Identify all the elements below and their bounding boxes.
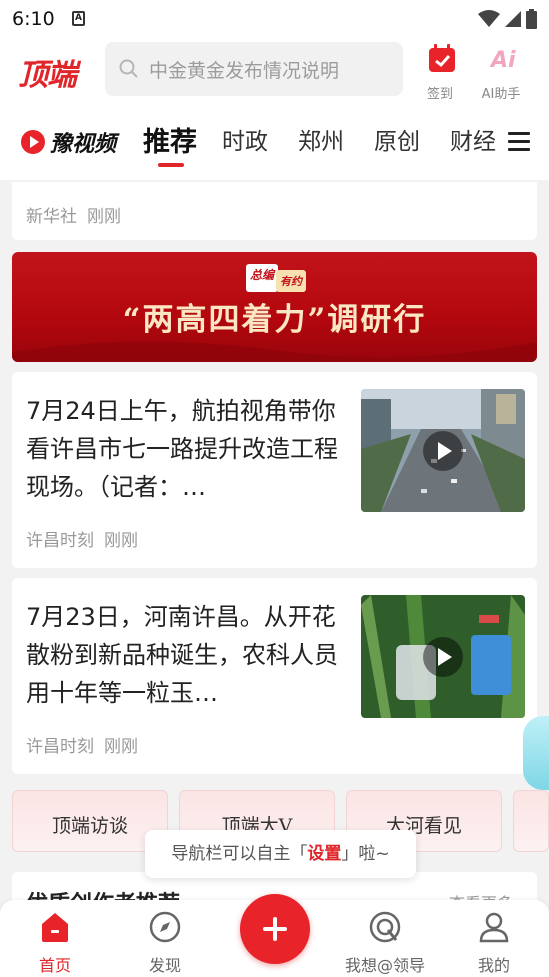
play-icon bbox=[423, 637, 463, 677]
video-play-icon bbox=[21, 130, 45, 154]
user-icon bbox=[479, 912, 509, 943]
target-at-icon bbox=[369, 911, 401, 943]
news-source: 许昌时刻 bbox=[26, 531, 94, 551]
news-meta: 许昌时刻 刚刚 bbox=[26, 732, 138, 757]
news-card-partial[interactable]: 新华社 刚刚 bbox=[12, 182, 537, 240]
nav-discover[interactable]: 发现 bbox=[130, 910, 200, 976]
news-meta: 新华社 刚刚 bbox=[26, 202, 121, 227]
brand-tab-label: 豫视频 bbox=[50, 132, 117, 157]
ai-icon: Ai bbox=[489, 48, 516, 73]
news-source: 新华社 bbox=[26, 207, 77, 227]
tooltip-text-end: 」啦~ bbox=[341, 844, 390, 864]
play-icon bbox=[423, 431, 463, 471]
floating-widget[interactable] bbox=[523, 716, 549, 790]
news-title: 7月24日上午，航拍视角带你看许昌市七一路提升改造工程现场。（记者：… bbox=[26, 397, 338, 501]
signin-label: 签到 bbox=[426, 87, 453, 102]
nav-discover-label: 发现 bbox=[148, 956, 181, 975]
search-icon bbox=[119, 59, 138, 78]
news-meta: 许昌时刻 刚刚 bbox=[26, 526, 138, 551]
search-bar[interactable]: 中金黄金发布情况说明 bbox=[105, 42, 403, 96]
news-time: 刚刚 bbox=[104, 531, 138, 551]
app-logo[interactable]: 顶端 bbox=[18, 50, 77, 94]
nav-ask-label: 我想@领导 bbox=[344, 956, 425, 975]
nav-home[interactable]: 首页 bbox=[20, 910, 90, 976]
brand-tab[interactable]: 豫视频 bbox=[20, 126, 116, 158]
channel-menu-icon[interactable] bbox=[508, 132, 530, 152]
ai-assistant-button[interactable]: Ai AI助手 bbox=[474, 42, 528, 102]
tab-original[interactable]: 原创 bbox=[374, 122, 420, 156]
nav-home-label: 首页 bbox=[38, 956, 71, 975]
ai-label: AI助手 bbox=[481, 87, 521, 102]
publish-plus-button[interactable] bbox=[240, 894, 310, 964]
bottom-navigation: 首页 发现 我想@领导 我的 bbox=[0, 894, 549, 977]
news-card[interactable]: 7月23日，河南许昌。从开花散粉到新品种诞生，农科人员用十年等一粒玉… 许昌时刻… bbox=[12, 578, 537, 774]
news-title: 7月23日，河南许昌。从开花散粉到新品种诞生，农科人员用十年等一粒玉… bbox=[26, 603, 338, 707]
news-video-thumbnail[interactable] bbox=[361, 389, 525, 512]
news-time: 刚刚 bbox=[87, 207, 121, 227]
signal-icon bbox=[505, 11, 521, 27]
column-item-partial[interactable] bbox=[513, 790, 549, 852]
svg-text:Ai: Ai bbox=[489, 48, 516, 73]
promo-banner[interactable]: 总编 有约 “两高四着力”调研行 bbox=[12, 252, 537, 362]
search-placeholder: 中金黄金发布情况说明 bbox=[149, 60, 340, 82]
tab-politics[interactable]: 时政 bbox=[222, 122, 268, 156]
tooltip-highlight: 设置 bbox=[307, 844, 342, 864]
battery-icon bbox=[526, 9, 537, 29]
system-icons bbox=[478, 9, 537, 29]
news-time: 刚刚 bbox=[104, 737, 138, 757]
tab-recommend[interactable]: 推荐 bbox=[143, 120, 197, 159]
notification-icon: A bbox=[72, 11, 85, 26]
tooltip-text: 导航栏可以自主「 bbox=[171, 844, 308, 864]
nav-ask-leader[interactable]: 我想@领导 bbox=[340, 910, 430, 976]
compass-icon bbox=[149, 911, 181, 943]
calendar-check-icon bbox=[429, 44, 455, 72]
home-icon bbox=[42, 913, 68, 942]
wifi-icon bbox=[478, 10, 500, 27]
status-bar: 6:10 A bbox=[0, 0, 549, 38]
channel-tabs: 豫视频 推荐 时政 郑州 原创 财经 bbox=[0, 104, 549, 180]
nav-settings-tooltip[interactable]: 导航栏可以自主「设置」啦~ bbox=[145, 830, 416, 878]
nav-mine[interactable]: 我的 bbox=[459, 910, 529, 976]
banner-tag-a: 总编 bbox=[246, 264, 279, 292]
news-card[interactable]: 7月24日上午，航拍视角带你看许昌市七一路提升改造工程现场。（记者：… 许昌时刻… bbox=[12, 372, 537, 568]
app-header: 顶端 中金黄金发布情况说明 签到 Ai AI助手 bbox=[0, 38, 549, 104]
nav-mine-label: 我的 bbox=[477, 956, 510, 975]
signin-button[interactable]: 签到 bbox=[413, 42, 467, 102]
tab-zhengzhou[interactable]: 郑州 bbox=[298, 122, 344, 156]
status-time: 6:10 bbox=[12, 8, 55, 30]
news-video-thumbnail[interactable] bbox=[361, 595, 525, 718]
tab-finance[interactable]: 财经 bbox=[450, 122, 496, 156]
news-source: 许昌时刻 bbox=[26, 737, 94, 757]
banner-tag: 总编 有约 bbox=[246, 264, 307, 292]
banner-tag-b: 有约 bbox=[276, 270, 307, 292]
banner-title: “两高四着力”调研行 bbox=[122, 302, 427, 338]
active-tab-indicator bbox=[158, 163, 184, 167]
